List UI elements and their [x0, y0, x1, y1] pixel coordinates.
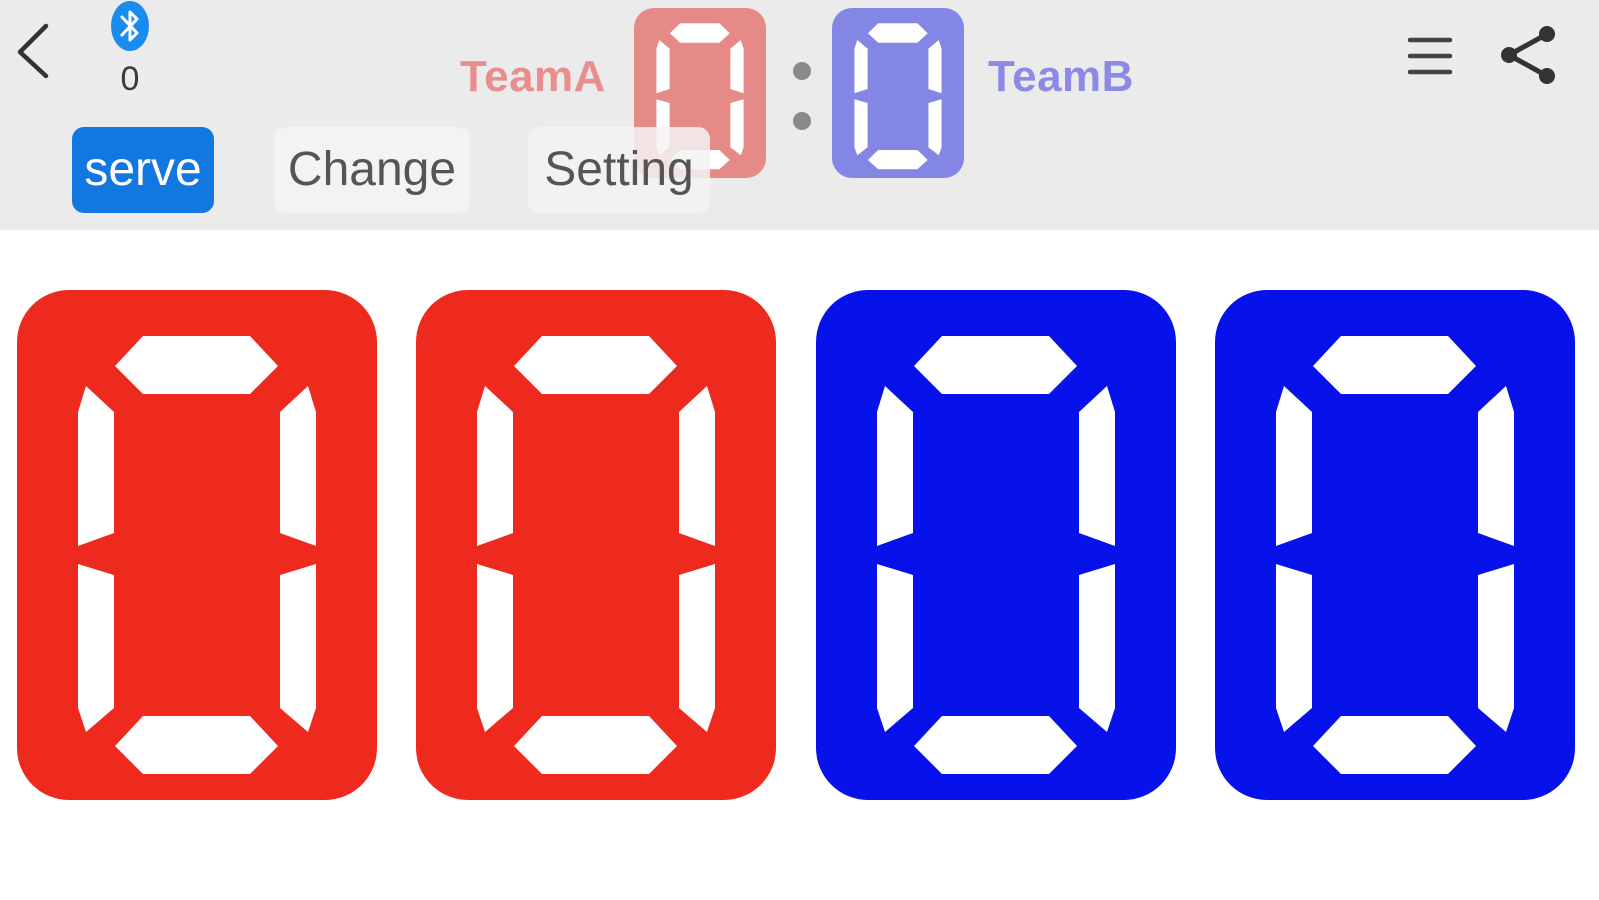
segment-d — [1313, 716, 1476, 774]
team-b-score-tens-digit[interactable] — [816, 290, 1176, 800]
serve-button[interactable]: serve — [72, 127, 214, 213]
team-a-name: TeamA — [460, 52, 606, 101]
segment-a — [914, 336, 1077, 394]
score-separator — [790, 62, 814, 142]
segment-a — [115, 336, 278, 394]
segment-c — [679, 564, 715, 732]
segment-a — [669, 23, 730, 43]
segment-a — [514, 336, 677, 394]
separator-dot — [793, 112, 811, 130]
team-a-score-tens-digit[interactable] — [17, 290, 377, 800]
segment-c — [280, 564, 316, 732]
segment-e — [477, 564, 513, 732]
segment-a — [867, 23, 928, 43]
segment-f — [877, 386, 913, 546]
segment-f — [78, 386, 114, 546]
team-a-score-ones-digit[interactable] — [416, 290, 776, 800]
segment-b — [730, 40, 744, 94]
segment-c — [1478, 564, 1514, 732]
bluetooth-icon — [111, 1, 149, 51]
separator-dot — [793, 62, 811, 80]
team-b-mini-digit — [832, 8, 964, 178]
bluetooth-count: 0 — [120, 60, 140, 98]
share-button[interactable] — [1495, 20, 1561, 90]
segment-d — [115, 716, 278, 774]
segment-b — [280, 386, 316, 546]
segment-f — [477, 386, 513, 546]
segment-d — [914, 716, 1077, 774]
segment-b — [679, 386, 715, 546]
segment-e — [78, 564, 114, 732]
segment-f — [854, 40, 868, 94]
team-b-score-ones-digit[interactable] — [1215, 290, 1575, 800]
segment-d — [514, 716, 677, 774]
menu-icon — [1407, 37, 1453, 75]
segment-b — [928, 40, 942, 94]
segment-f — [1276, 386, 1312, 546]
top-bar: 0 TeamA TeamB serve Change Setting — [0, 0, 1599, 230]
segment-e — [854, 99, 868, 156]
back-button[interactable] — [6, 10, 58, 80]
chevron-left-icon — [17, 23, 49, 79]
menu-button[interactable] — [1406, 30, 1454, 80]
team-b-name: TeamB — [988, 52, 1134, 101]
segment-b — [1079, 386, 1115, 546]
segment-a — [1313, 336, 1476, 394]
segment-c — [1079, 564, 1115, 732]
segment-b — [1478, 386, 1514, 546]
segment-f — [656, 40, 670, 94]
segment-e — [1276, 564, 1312, 732]
segment-c — [928, 99, 942, 156]
segment-d — [867, 150, 928, 170]
bluetooth-status[interactable]: 0 — [100, 0, 160, 110]
setting-button[interactable]: Setting — [528, 127, 710, 213]
change-button[interactable]: Change — [274, 127, 470, 213]
segment-c — [730, 99, 744, 156]
share-icon — [1501, 26, 1555, 84]
segment-e — [877, 564, 913, 732]
